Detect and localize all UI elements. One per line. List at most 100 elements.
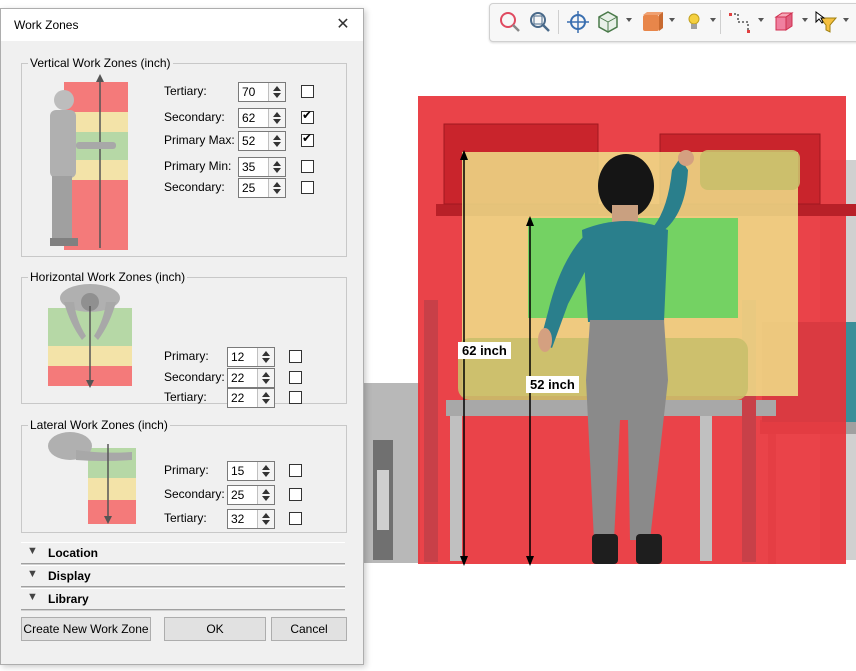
dialog-titlebar[interactable]: Work Zones ✕: [1, 9, 363, 41]
ok-button[interactable]: OK: [164, 617, 266, 641]
close-button[interactable]: ✕: [333, 15, 353, 35]
spin-down-icon[interactable]: [262, 379, 270, 384]
chevron-down-icon[interactable]: [626, 18, 632, 22]
chevron-down-icon[interactable]: [843, 18, 849, 22]
toolbar-separator: [720, 10, 721, 34]
vertical-tertiary-label: Tertiary:: [164, 84, 207, 98]
close-icon: ✕: [336, 16, 350, 33]
spin-up-icon[interactable]: [273, 161, 281, 166]
section-box-icon[interactable]: [772, 10, 796, 34]
stepper-buttons[interactable]: [257, 348, 274, 366]
stepper-buttons[interactable]: [257, 389, 274, 407]
spin-up-icon[interactable]: [273, 86, 281, 91]
chevron-down-icon[interactable]: [710, 18, 716, 22]
section-location[interactable]: ▼ Location: [21, 542, 345, 564]
spin-down-icon[interactable]: [273, 93, 281, 98]
stepper-buttons[interactable]: [257, 369, 274, 387]
lateral-zones-title: Lateral Work Zones (inch): [28, 418, 170, 432]
vertical-primary-min-label: Primary Min:: [164, 159, 232, 173]
horizontal-secondary-checkbox[interactable]: [289, 371, 302, 384]
spin-up-icon[interactable]: [273, 135, 281, 140]
spin-up-icon[interactable]: [262, 392, 270, 397]
spin-down-icon[interactable]: [262, 520, 270, 525]
render-box-icon[interactable]: [640, 10, 664, 34]
lateral-tertiary-checkbox[interactable]: [289, 512, 302, 525]
stepper-buttons[interactable]: [268, 109, 285, 127]
horizontal-tertiary-stepper[interactable]: 22: [227, 388, 275, 408]
vertical-secondary-upper-stepper[interactable]: 62: [238, 108, 286, 128]
create-new-work-zone-button[interactable]: Create New Work Zone: [21, 617, 151, 641]
zoom-icon[interactable]: [498, 10, 522, 34]
stepper-buttons[interactable]: [257, 486, 274, 504]
vertical-tertiary-checkbox[interactable]: [301, 85, 314, 98]
lateral-secondary-checkbox[interactable]: [289, 488, 302, 501]
spin-down-icon[interactable]: [262, 496, 270, 501]
vertical-primary-max-value: 52: [242, 134, 256, 148]
stepper-buttons[interactable]: [257, 462, 274, 480]
spin-down-icon[interactable]: [273, 119, 281, 124]
stepper-buttons[interactable]: [257, 510, 274, 528]
spin-up-icon[interactable]: [273, 112, 281, 117]
zoom-window-icon[interactable]: [528, 10, 552, 34]
section-library[interactable]: ▼ Library: [21, 588, 345, 610]
target-icon[interactable]: [566, 10, 590, 34]
spin-up-icon[interactable]: [262, 351, 270, 356]
checkmark-icon: ✔: [302, 108, 313, 122]
spin-down-icon[interactable]: [262, 358, 270, 363]
horizontal-primary-stepper[interactable]: 12: [227, 347, 275, 367]
vertical-secondary-lower-label: Secondary:: [164, 180, 225, 194]
stepper-buttons[interactable]: [268, 179, 285, 197]
section-display[interactable]: ▼ Display: [21, 565, 345, 587]
chevron-down-icon[interactable]: [802, 18, 808, 22]
lateral-tertiary-stepper[interactable]: 32: [227, 509, 275, 529]
vertical-zones-title: Vertical Work Zones (inch): [28, 56, 173, 70]
frame-post-left: [424, 300, 438, 562]
vertical-zones-diagram: [50, 74, 128, 250]
light-bulb-icon[interactable]: [682, 10, 706, 34]
vertical-secondary-lower-stepper[interactable]: 25: [238, 178, 286, 198]
spin-down-icon[interactable]: [273, 189, 281, 194]
work-zones-dialog: Work Zones ✕ Vertical Work Zones (inch) …: [0, 8, 364, 665]
chevron-down-icon[interactable]: [758, 18, 764, 22]
stepper-buttons[interactable]: [268, 158, 285, 176]
horizontal-primary-checkbox[interactable]: [289, 350, 302, 363]
filter-icon[interactable]: [814, 10, 838, 34]
horizontal-secondary-value: 22: [231, 371, 245, 385]
view-toolbar: [489, 3, 856, 42]
spin-down-icon[interactable]: [273, 142, 281, 147]
spin-up-icon[interactable]: [262, 465, 270, 470]
cancel-button[interactable]: Cancel: [271, 617, 347, 641]
chevron-down-icon: ▼: [27, 545, 38, 557]
vertical-secondary-lower-checkbox[interactable]: [301, 181, 314, 194]
stepper-buttons[interactable]: [268, 83, 285, 101]
vertical-tertiary-stepper[interactable]: 70: [238, 82, 286, 102]
lateral-secondary-stepper[interactable]: 25: [227, 485, 275, 505]
view-cube-icon[interactable]: [596, 10, 620, 34]
spin-up-icon[interactable]: [262, 513, 270, 518]
vertical-secondary-upper-checkbox[interactable]: ✔: [301, 108, 314, 124]
chevron-down-icon[interactable]: [669, 18, 675, 22]
label-52-inch: 52 inch: [526, 376, 579, 393]
horizontal-secondary-stepper[interactable]: 22: [227, 368, 275, 388]
vertical-primary-max-stepper[interactable]: 52: [238, 131, 286, 151]
section-library-label: Library: [48, 592, 89, 606]
bench-leg-right: [700, 416, 712, 561]
spin-up-icon[interactable]: [273, 182, 281, 187]
section-location-label: Location: [48, 546, 98, 560]
spin-up-icon[interactable]: [262, 489, 270, 494]
vertical-primary-min-checkbox[interactable]: [301, 160, 314, 173]
lateral-tertiary-label: Tertiary:: [164, 511, 207, 525]
vertical-primary-min-value: 35: [242, 160, 256, 174]
spin-down-icon[interactable]: [273, 168, 281, 173]
vertical-zones-group: Vertical Work Zones (inch) Tertiary: 70 …: [21, 56, 347, 257]
vertical-primary-max-checkbox[interactable]: ✔: [301, 132, 314, 147]
horizontal-tertiary-checkbox[interactable]: [289, 391, 302, 404]
lateral-primary-checkbox[interactable]: [289, 464, 302, 477]
measure-icon[interactable]: [728, 10, 752, 34]
vertical-primary-min-stepper[interactable]: 35: [238, 157, 286, 177]
lateral-primary-stepper[interactable]: 15: [227, 461, 275, 481]
spin-down-icon[interactable]: [262, 472, 270, 477]
spin-down-icon[interactable]: [262, 399, 270, 404]
spin-up-icon[interactable]: [262, 372, 270, 377]
stepper-buttons[interactable]: [268, 132, 285, 150]
